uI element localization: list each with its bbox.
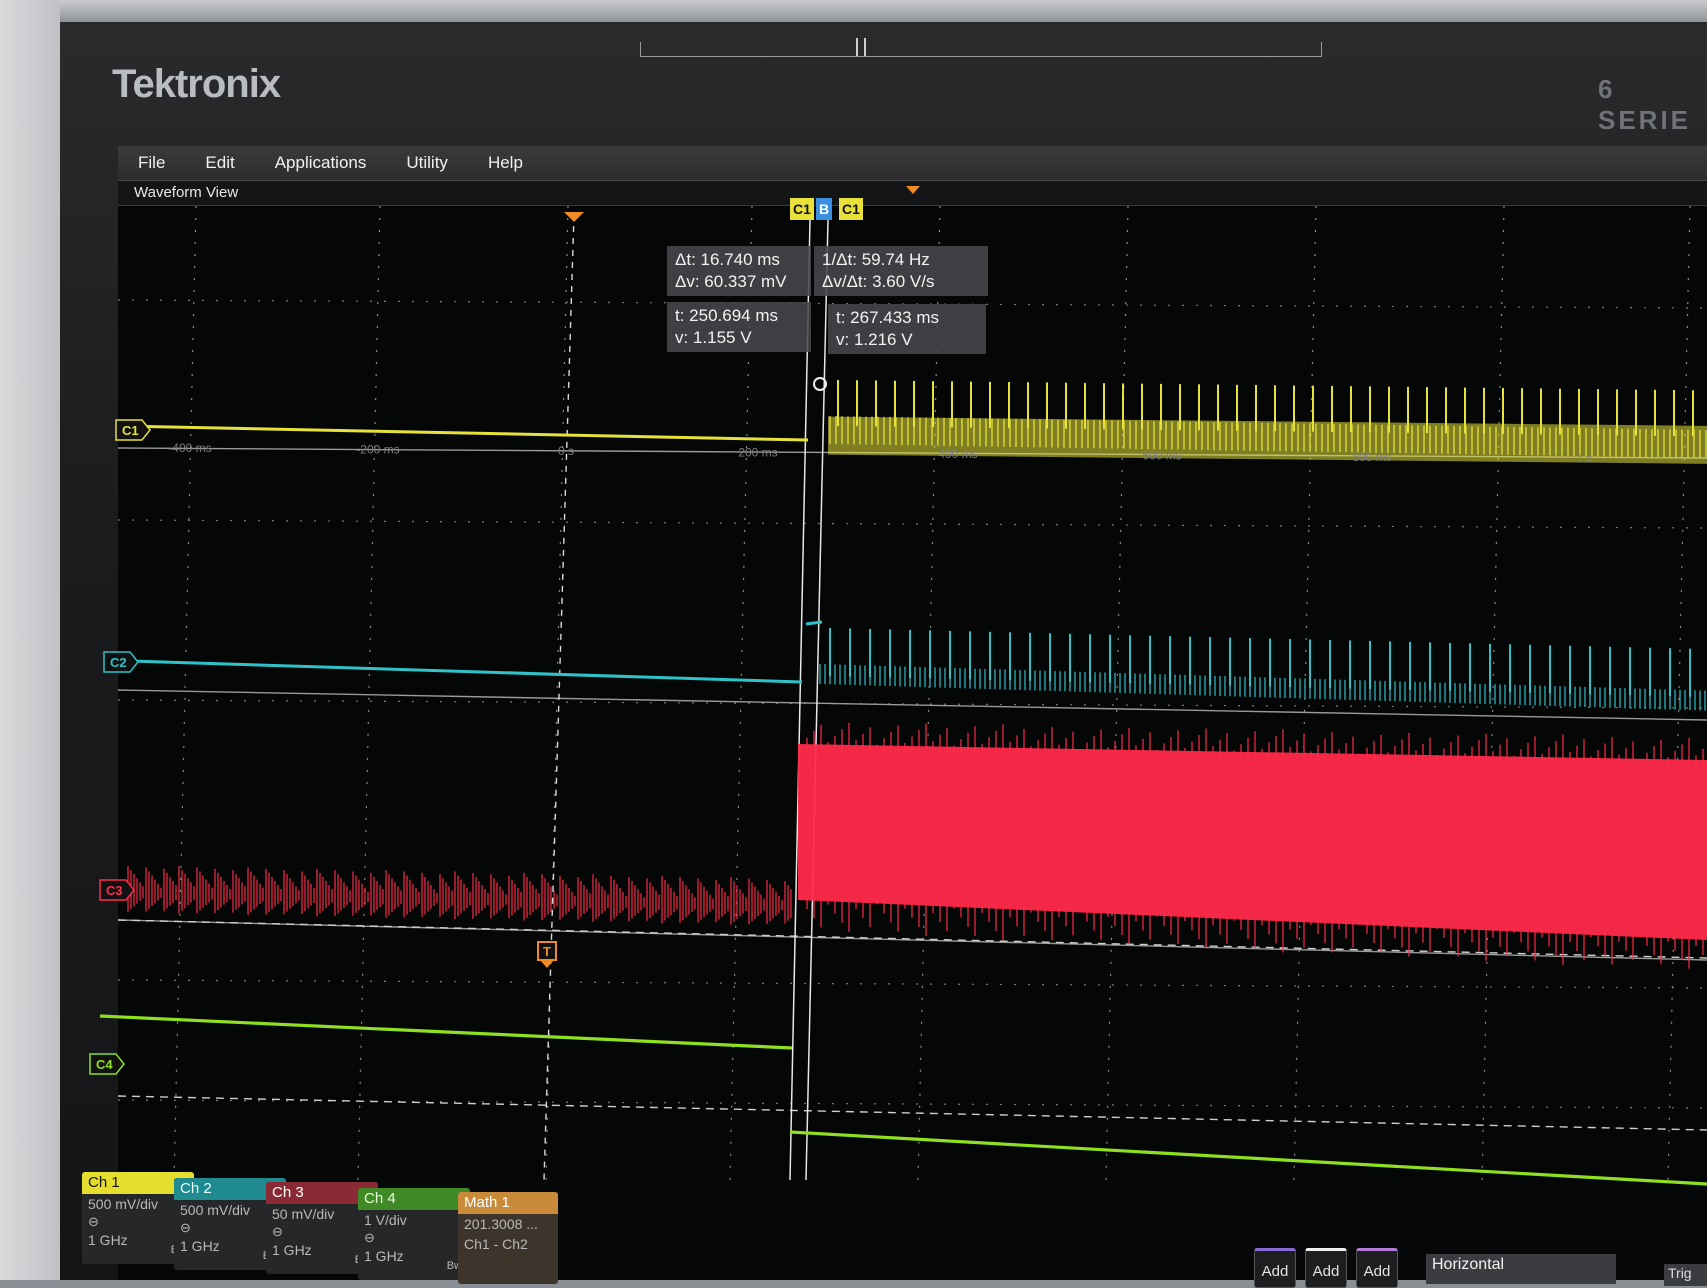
channel-4-label: Ch 4: [358, 1188, 470, 1210]
cursor-b-voltage: v: 1.216 V: [836, 330, 913, 349]
dv-dt-value: Δv/Δt: 3.60 V/s: [822, 272, 935, 291]
cursor-delta-readout[interactable]: Δt: 16.740 ms Δv: 60.337 mV: [667, 246, 811, 296]
cursor-a-voltage: v: 1.155 V: [675, 328, 752, 347]
cursor-b-source-tag[interactable]: C1: [839, 198, 863, 220]
overview-zoom-handle[interactable]: [856, 38, 866, 56]
math-1-value: 201.3008 ...: [464, 1216, 538, 1232]
add-bus-button[interactable]: Add: [1356, 1248, 1398, 1288]
channel-4-scale: 1 V/div: [364, 1212, 407, 1228]
channel-4-marker-label: C4: [96, 1057, 113, 1072]
waveform-overview-bar[interactable]: [640, 38, 1322, 57]
time-axis-label: 200 ms: [738, 446, 777, 460]
cursor-b-readout[interactable]: t: 267.433 ms v: 1.216 V: [828, 304, 986, 354]
cursor-b-tag[interactable]: B: [816, 198, 833, 220]
math-1-badge[interactable]: Math 1 201.3008 ... Ch1 - Ch2: [458, 1192, 558, 1284]
cursor-a-time: t: 250.694 ms: [675, 306, 779, 325]
cursor-a-readout[interactable]: t: 250.694 ms v: 1.155 V: [667, 302, 811, 352]
time-axis-label: -200 ms: [356, 443, 399, 457]
cursor-b-time: t: 267.433 ms: [836, 308, 940, 327]
channel-3-marker-label: C3: [106, 883, 123, 898]
waveform-display[interactable]: -400 ms -200 ms 0 s 200 ms 400 ms 600 ms 800 m…: [0, 0, 1707, 1280]
time-axis-label: 600 ms: [1142, 449, 1181, 463]
cursor-a-tag[interactable]: C1: [790, 198, 814, 220]
time-axis-label: -400 ms: [168, 441, 211, 455]
add-reference-button[interactable]: Add: [1305, 1248, 1347, 1288]
probe-icon: ⊖: [364, 1230, 375, 1245]
trigger-settings-badge[interactable]: Trig: [1664, 1264, 1707, 1286]
delta-t-value: Δt: 16.740 ms: [675, 250, 780, 269]
trigger-level-label: T: [543, 944, 551, 959]
add-math-button[interactable]: Add: [1254, 1248, 1296, 1288]
ch2-trace-step: [805, 620, 823, 626]
time-axis-label: 0 s: [558, 444, 574, 458]
math-1-expression: Ch1 - Ch2: [464, 1236, 528, 1252]
cursor-rate-readout[interactable]: 1/Δt: 59.74 Hz Δv/Δt: 3.60 V/s: [814, 246, 988, 296]
channel-2-marker-label: C2: [110, 655, 127, 670]
math-1-label: Math 1: [458, 1192, 558, 1214]
channel-4-badge[interactable]: Ch 4 1 V/div ⊖ 1 GHz Bw: [358, 1188, 470, 1280]
delta-v-value: Δv: 60.337 mV: [675, 272, 787, 291]
time-axis-label: 400 ms: [938, 447, 977, 461]
time-axis-label: 1 s: [1576, 452, 1592, 466]
time-axis-label: 800 ms: [1352, 450, 1391, 464]
overview-trigger-icon: [906, 186, 920, 194]
inverse-delta-t-value: 1/Δt: 59.74 Hz: [822, 250, 930, 269]
channel-1-marker-label: C1: [122, 423, 139, 438]
